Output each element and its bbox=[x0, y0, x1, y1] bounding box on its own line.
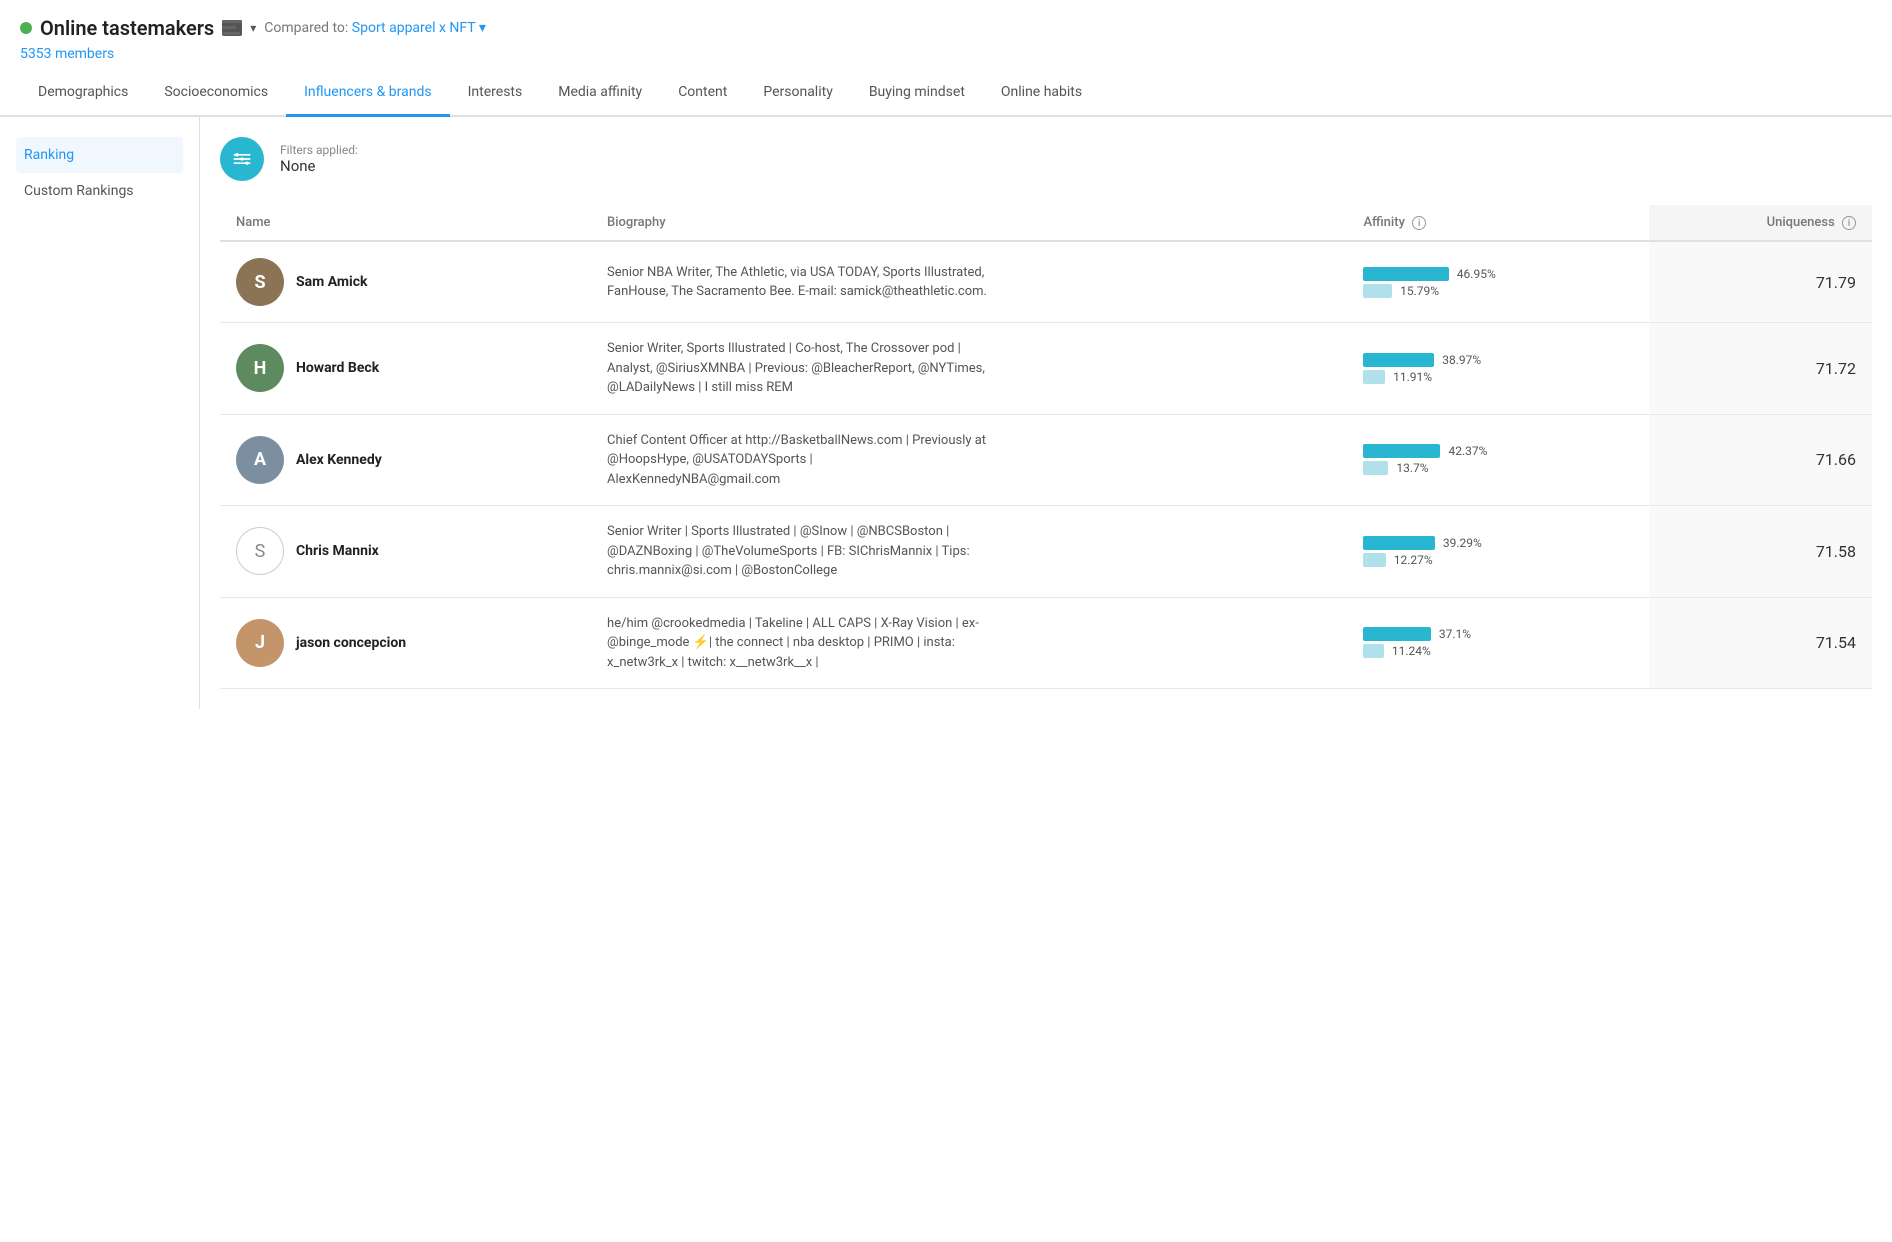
content-area: RankingCustom Rankings Filters applied: … bbox=[0, 117, 1892, 709]
bio-sam-amick: Senior NBA Writer, The Athletic, via USA… bbox=[591, 241, 1347, 323]
person-name-alex-kennedy[interactable]: Alex Kennedy bbox=[296, 452, 382, 468]
nav-tab-interests[interactable]: Interests bbox=[450, 70, 541, 117]
affinity-sam-amick: 46.95%15.79% bbox=[1347, 241, 1649, 323]
filters-info: Filters applied: None bbox=[280, 143, 358, 175]
avatar-jason-concepcion: J bbox=[236, 619, 284, 667]
uniqueness-howard-beck: 71.72 bbox=[1649, 323, 1872, 415]
col-biography: Biography bbox=[591, 205, 1347, 241]
table-row: A Alex Kennedy Chief Content Officer at ht… bbox=[220, 414, 1872, 506]
table-row: S Chris Mannix Senior Writer | Sports Illu… bbox=[220, 506, 1872, 598]
nav-tab-online[interactable]: Online habits bbox=[983, 70, 1100, 117]
influencers-table: Name Biography Affinity i Uniqueness i S… bbox=[220, 205, 1872, 689]
members-count[interactable]: 5353 members bbox=[20, 46, 1872, 62]
filters-value: None bbox=[280, 157, 358, 175]
page-header: Online tastemakers ▾ Compared to: Sport … bbox=[0, 0, 1892, 70]
bio-chris-mannix: Senior Writer | Sports Illustrated | @SI… bbox=[591, 506, 1347, 598]
uniqueness-jason-concepcion: 71.54 bbox=[1649, 597, 1872, 689]
affinity-info-icon[interactable]: i bbox=[1412, 216, 1426, 230]
person-name-sam-amick[interactable]: Sam Amick bbox=[296, 274, 368, 290]
nav-tab-demographics[interactable]: Demographics bbox=[20, 70, 146, 117]
affinity-howard-beck: 38.97%11.91% bbox=[1347, 323, 1649, 415]
bio-howard-beck: Senior Writer, Sports Illustrated | Co-h… bbox=[591, 323, 1347, 415]
col-uniqueness: Uniqueness i bbox=[1649, 205, 1872, 241]
col-name: Name bbox=[220, 205, 591, 241]
uniqueness-alex-kennedy: 71.66 bbox=[1649, 414, 1872, 506]
nav-tab-media[interactable]: Media affinity bbox=[540, 70, 660, 117]
person-name-jason-concepcion[interactable]: jason concepcion bbox=[296, 635, 406, 651]
person-cell-sam-amick: S Sam Amick bbox=[220, 241, 591, 323]
affinity-jason-concepcion: 37.1%11.24% bbox=[1347, 597, 1649, 689]
compared-label: Compared to: Sport apparel x NFT ▾ bbox=[264, 20, 486, 36]
uniqueness-info-icon[interactable]: i bbox=[1842, 216, 1856, 230]
person-cell-alex-kennedy: A Alex Kennedy bbox=[220, 414, 591, 506]
nav-tab-buying[interactable]: Buying mindset bbox=[851, 70, 983, 117]
nav-tab-personality[interactable]: Personality bbox=[745, 70, 850, 117]
nav-tab-content[interactable]: Content bbox=[660, 70, 745, 117]
person-name-howard-beck[interactable]: Howard Beck bbox=[296, 360, 379, 376]
compared-value-link[interactable]: Sport apparel x NFT bbox=[352, 20, 476, 36]
person-cell-jason-concepcion: Jjason concepcion bbox=[220, 597, 591, 689]
title-dropdown-icon[interactable]: ▾ bbox=[250, 21, 256, 35]
affinity-chris-mannix: 39.29%12.27% bbox=[1347, 506, 1649, 598]
table-row: H Howard Beck Senior Writer, Sports Illust… bbox=[220, 323, 1872, 415]
bio-alex-kennedy: Chief Content Officer at http://Basketba… bbox=[591, 414, 1347, 506]
table-row: Jjason concepcionhe/him @crookedmedia | … bbox=[220, 597, 1872, 689]
nav-tab-socioeconomics[interactable]: Socioeconomics bbox=[146, 70, 286, 117]
filters-label: Filters applied: bbox=[280, 143, 358, 157]
title-icon bbox=[222, 20, 242, 36]
sidebar-item-custom[interactable]: Custom Rankings bbox=[16, 173, 183, 209]
avatar-sam-amick: S bbox=[236, 258, 284, 306]
sidebar-item-ranking[interactable]: Ranking bbox=[16, 137, 183, 173]
filters-row: Filters applied: None bbox=[220, 137, 1872, 181]
page-title: Online tastemakers bbox=[40, 16, 214, 40]
sidebar: RankingCustom Rankings bbox=[0, 117, 200, 709]
person-name-chris-mannix[interactable]: Chris Mannix bbox=[296, 543, 379, 559]
nav-tabs: DemographicsSocioeconomicsInfluencers & … bbox=[0, 70, 1892, 117]
uniqueness-chris-mannix: 71.58 bbox=[1649, 506, 1872, 598]
status-dot bbox=[20, 22, 32, 34]
avatar-alex-kennedy: A bbox=[236, 436, 284, 484]
main-content: Filters applied: None Name Biography Aff… bbox=[200, 117, 1892, 709]
uniqueness-sam-amick: 71.79 bbox=[1649, 241, 1872, 323]
affinity-alex-kennedy: 42.37%13.7% bbox=[1347, 414, 1649, 506]
bio-jason-concepcion: he/him @crookedmedia | Takeline | ALL CA… bbox=[591, 597, 1347, 689]
person-cell-chris-mannix: S Chris Mannix bbox=[220, 506, 591, 598]
filter-button[interactable] bbox=[220, 137, 264, 181]
avatar-howard-beck: H bbox=[236, 344, 284, 392]
nav-tab-influencers[interactable]: Influencers & brands bbox=[286, 70, 450, 117]
person-cell-howard-beck: H Howard Beck bbox=[220, 323, 591, 415]
col-affinity: Affinity i bbox=[1347, 205, 1649, 241]
table-row: S Sam Amick Senior NBA Writer, The Athleti… bbox=[220, 241, 1872, 323]
compared-dropdown-icon[interactable]: ▾ bbox=[479, 20, 486, 36]
avatar-chris-mannix: S bbox=[236, 527, 284, 575]
